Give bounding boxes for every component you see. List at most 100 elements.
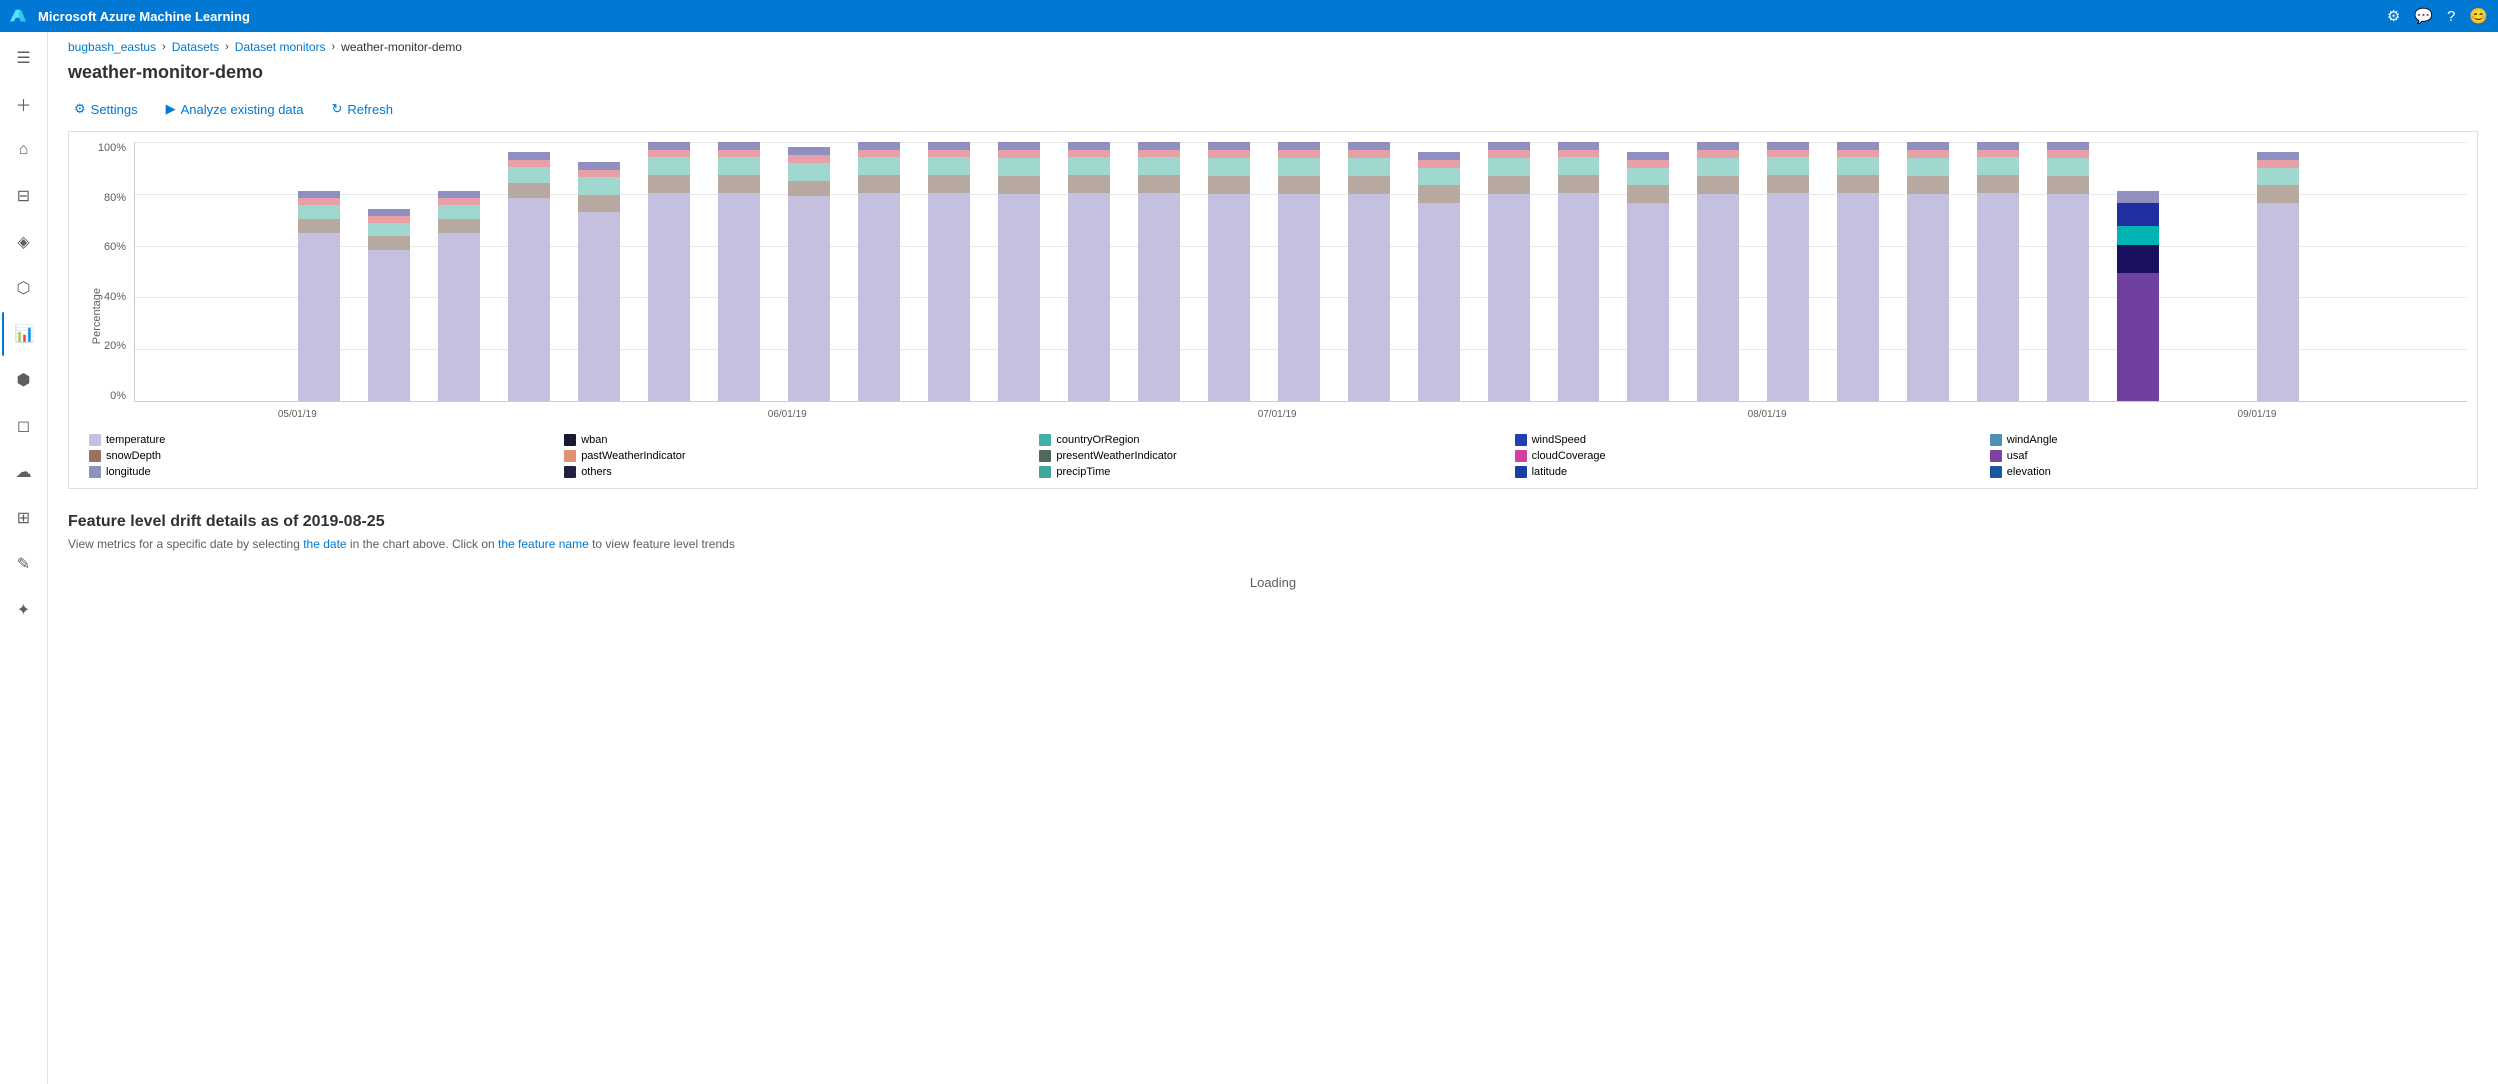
bar-segment bbox=[858, 157, 900, 175]
breadcrumb-link-datasets[interactable]: Datasets bbox=[172, 40, 219, 54]
breadcrumb-sep-2: › bbox=[225, 41, 229, 53]
bar-segment bbox=[1348, 194, 1390, 401]
legend-label-elevation: elevation bbox=[2007, 466, 2051, 478]
bar-stack-5[interactable] bbox=[648, 142, 690, 401]
models-icon: ⬡ bbox=[17, 278, 31, 298]
home-icon: ⌂ bbox=[19, 141, 29, 159]
sidebar-item-home[interactable]: ⌂ bbox=[2, 128, 46, 172]
bar-stack-23[interactable] bbox=[1907, 142, 1949, 401]
bar-segment bbox=[648, 193, 690, 401]
bar-segment bbox=[2257, 160, 2299, 168]
settings-button[interactable]: ⚙ Settings bbox=[68, 97, 144, 121]
bar-segment bbox=[2117, 191, 2159, 203]
legend-swatch-wban bbox=[564, 434, 576, 446]
bar-segment bbox=[368, 236, 410, 249]
bar-segment bbox=[1488, 194, 1530, 401]
bar-stack-24[interactable] bbox=[1977, 142, 2019, 401]
bar-segment bbox=[1138, 175, 1180, 193]
bar-stack-12[interactable] bbox=[1138, 142, 1180, 401]
bar-stack-7[interactable] bbox=[788, 145, 830, 401]
bar-segment bbox=[2117, 203, 2159, 226]
topbar-brand: Microsoft Azure Machine Learning bbox=[10, 8, 250, 24]
refresh-label: Refresh bbox=[347, 102, 393, 117]
bar-segment bbox=[858, 175, 900, 193]
bar-stack-4[interactable] bbox=[578, 152, 620, 401]
bar-stack-26[interactable] bbox=[2117, 168, 2159, 401]
breadcrumb-sep-3: › bbox=[331, 41, 335, 53]
bar-segment bbox=[1208, 176, 1250, 194]
chart-main: 05/01/1906/01/1907/01/1908/01/1909/01/19 bbox=[134, 142, 2467, 422]
bar-segment bbox=[1068, 150, 1110, 158]
bar-segment bbox=[998, 142, 1040, 150]
sidebar-item-compute[interactable]: ☁ bbox=[2, 450, 46, 494]
bar-segment bbox=[648, 150, 690, 158]
bar-stack-8[interactable] bbox=[858, 142, 900, 401]
sidebar-item-datasets[interactable]: 📊 bbox=[2, 312, 46, 356]
feedback-icon[interactable]: 💬 bbox=[2414, 7, 2433, 25]
bar-stack-27[interactable] bbox=[2257, 147, 2299, 401]
bar-stack-6[interactable] bbox=[718, 142, 760, 401]
analyze-button[interactable]: ▶ Analyze existing data bbox=[160, 97, 310, 121]
notebooks-icon: ✎ bbox=[17, 554, 30, 574]
dashboard-icon: ⊟ bbox=[17, 186, 30, 206]
sidebar-item-notebooks[interactable]: ✎ bbox=[2, 542, 46, 586]
account-icon[interactable]: 😊 bbox=[2469, 7, 2488, 25]
sidebar-item-environments[interactable]: ⊞ bbox=[2, 496, 46, 540]
legend-label-windSpeed: windSpeed bbox=[1532, 434, 1586, 446]
sidebar-item-automl[interactable]: ✦ bbox=[2, 588, 46, 632]
bar-stack-19[interactable] bbox=[1627, 147, 1669, 401]
bars-area[interactable] bbox=[134, 142, 2467, 402]
pipelines-icon: ⬢ bbox=[17, 370, 31, 390]
bar-segment bbox=[2117, 245, 2159, 273]
bar-stack-16[interactable] bbox=[1418, 147, 1460, 401]
bar-segment bbox=[1627, 160, 1669, 168]
sidebar-item-create[interactable]: ＋ bbox=[2, 82, 46, 126]
toolbar: ⚙ Settings ▶ Analyze existing data ↻ Ref… bbox=[48, 93, 2498, 131]
bar-segment bbox=[368, 223, 410, 236]
sidebar-item-dashboard[interactable]: ⊟ bbox=[2, 174, 46, 218]
legend-label-windAngle: windAngle bbox=[2007, 434, 2058, 446]
analyze-label: Analyze existing data bbox=[181, 102, 304, 117]
sidebar-item-pipelines[interactable]: ⬢ bbox=[2, 358, 46, 402]
refresh-button[interactable]: ↻ Refresh bbox=[326, 97, 399, 121]
bar-stack-9[interactable] bbox=[928, 142, 970, 401]
sidebar-item-endpoints[interactable]: ◻ bbox=[2, 404, 46, 448]
bar-segment bbox=[718, 157, 760, 175]
breadcrumb-link-workspace[interactable]: bugbash_eastus bbox=[68, 40, 156, 54]
legend-item-elevation: elevation bbox=[1990, 466, 2457, 478]
date-link[interactable]: the date bbox=[303, 537, 346, 551]
feature-link[interactable]: the feature name bbox=[498, 537, 589, 551]
bar-segment bbox=[1977, 150, 2019, 158]
main-layout: ☰ ＋ ⌂ ⊟ ◈ ⬡ 📊 ⬢ ◻ ☁ ⊞ ✎ ✦ bugbash_eastus… bbox=[0, 32, 2498, 1084]
bar-stack-0[interactable] bbox=[298, 168, 340, 401]
bar-stack-11[interactable] bbox=[1068, 142, 1110, 401]
breadcrumb-link-monitors[interactable]: Dataset monitors bbox=[235, 40, 326, 54]
bar-stack-1[interactable] bbox=[368, 178, 410, 401]
sidebar-item-models[interactable]: ⬡ bbox=[2, 266, 46, 310]
help-icon[interactable]: ? bbox=[2447, 8, 2455, 25]
legend-swatch-presentWeatherIndicator bbox=[1039, 450, 1051, 462]
bar-stack-20[interactable] bbox=[1697, 142, 1739, 401]
bar-stack-10[interactable] bbox=[998, 142, 1040, 401]
bar-stack-22[interactable] bbox=[1837, 142, 1879, 401]
bar-segment bbox=[1767, 150, 1809, 158]
sidebar-item-menu[interactable]: ☰ bbox=[2, 36, 46, 80]
bar-stack-15[interactable] bbox=[1348, 142, 1390, 401]
legend-item-wban: wban bbox=[564, 434, 1031, 446]
settings-icon[interactable]: ⚙ bbox=[2387, 7, 2400, 25]
legend-swatch-windSpeed bbox=[1515, 434, 1527, 446]
x-label-08/01/19: 08/01/19 bbox=[1748, 409, 1787, 420]
sidebar-item-assets[interactable]: ◈ bbox=[2, 220, 46, 264]
bar-stack-21[interactable] bbox=[1767, 142, 1809, 401]
bar-stack-17[interactable] bbox=[1488, 142, 1530, 401]
bar-segment bbox=[368, 216, 410, 223]
legend-item-windSpeed: windSpeed bbox=[1515, 434, 1982, 446]
bar-segment bbox=[718, 193, 760, 401]
bar-segment bbox=[998, 194, 1040, 401]
bar-stack-25[interactable] bbox=[2047, 142, 2089, 401]
bar-stack-2[interactable] bbox=[438, 168, 480, 401]
bar-stack-14[interactable] bbox=[1278, 142, 1320, 401]
bar-stack-13[interactable] bbox=[1208, 142, 1250, 401]
bar-stack-18[interactable] bbox=[1558, 142, 1600, 401]
bar-stack-3[interactable] bbox=[508, 147, 550, 401]
